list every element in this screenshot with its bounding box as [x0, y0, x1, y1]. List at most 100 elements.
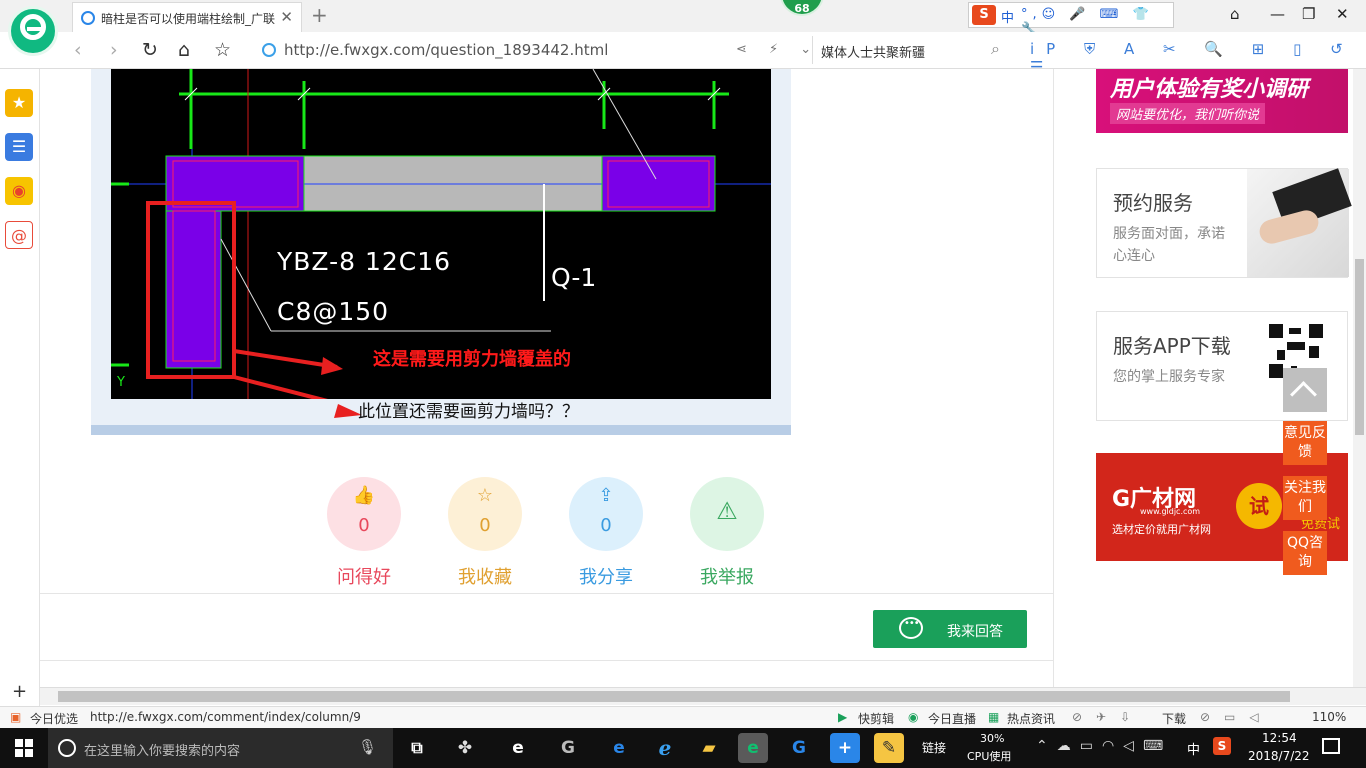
task-view-icon[interactable]: ⧉: [402, 733, 432, 763]
address-url[interactable]: http://e.fwxgx.com/question_1893442.html: [284, 41, 608, 59]
close-window-button[interactable]: ✕: [1336, 5, 1349, 23]
search-input[interactable]: 媒体人士共聚新疆: [821, 42, 925, 61]
share-circle[interactable]: ⇪ 0: [569, 477, 643, 551]
collect-label[interactable]: 我收藏: [447, 563, 523, 589]
app-card-desc: 您的掌上服务专家: [1113, 369, 1225, 385]
browser-status-bar: ▣ 今日优选 http://e.fwxgx.com/comment/index/…: [0, 706, 1366, 728]
favorites-icon[interactable]: ★: [5, 89, 33, 117]
forward-button[interactable]: ›: [110, 39, 118, 61]
address-bar[interactable]: http://e.fwxgx.com/question_1893442.html: [262, 38, 802, 64]
like-circle[interactable]: 👍 0: [327, 477, 401, 551]
tab-active[interactable]: 暗柱是否可以使用端柱绘制_广联 ✕: [72, 2, 302, 32]
news-icon: ▦: [988, 710, 1000, 724]
report-circle[interactable]: ⚠: [690, 477, 764, 551]
clock-time[interactable]: 12:54: [1262, 731, 1297, 745]
navigation-bar: ‹ › ↻ ⌂ ☆ http://e.fwxgx.com/question_18…: [0, 32, 1366, 76]
gldjc-try-badge: 试: [1236, 483, 1282, 529]
handshake-image: [1247, 168, 1352, 277]
weibo-icon[interactable]: ◉: [5, 177, 33, 205]
add-app-icon[interactable]: +: [830, 733, 860, 763]
sogou-tray-icon[interactable]: S: [1213, 737, 1231, 755]
gld-app-icon[interactable]: G: [553, 733, 583, 763]
report-label[interactable]: 我举报: [689, 563, 765, 589]
report-action[interactable]: ⚠ 我举报: [689, 477, 765, 589]
search-bar[interactable]: 媒体人士共聚新疆 ⌕: [812, 36, 1008, 64]
follow-us-button[interactable]: 关注我们: [1283, 476, 1327, 520]
taskbar-search[interactable]: 在这里输入你要搜索的内容 🎙: [48, 728, 393, 768]
sogou-ime-icon[interactable]: S: [972, 5, 996, 25]
cad-label-q1: Q-1: [551, 263, 597, 292]
browser-task-icon[interactable]: e: [738, 733, 768, 763]
collect-action[interactable]: ☆ 0 我收藏: [447, 477, 523, 589]
answer-button-label: 我来回答: [947, 624, 1003, 640]
tab-close-icon[interactable]: ✕: [280, 8, 293, 26]
horizontal-scroll-thumb[interactable]: [58, 691, 1290, 702]
back-to-top-button[interactable]: [1283, 368, 1327, 412]
answer-row: 我来回答: [40, 593, 1054, 661]
back-button[interactable]: ‹: [74, 39, 82, 61]
notification-badge[interactable]: 68: [780, 0, 824, 16]
cad-drawing-image[interactable]: YBZ-8 12C16 C8@150 Q-1 这是需要用剪力墙覆盖的 Y: [111, 69, 771, 409]
tray-icons[interactable]: ⌃☁▭◠◁⌨: [1036, 738, 1172, 754]
vertical-scrollbar[interactable]: [1353, 69, 1366, 687]
edge-icon[interactable]: e: [604, 733, 634, 763]
live-icon: ◉: [908, 710, 919, 724]
downloads-link[interactable]: 下载: [1162, 710, 1186, 727]
vertical-scroll-thumb[interactable]: [1355, 259, 1364, 435]
ime-lang-toggle[interactable]: 中: [1001, 7, 1014, 26]
status-extra-icons[interactable]: ⊘▭◁: [1200, 710, 1273, 724]
microphone-icon[interactable]: 🎙: [358, 738, 377, 756]
share-action[interactable]: ⇪ 0 我分享: [568, 477, 644, 589]
horizontal-scrollbar[interactable]: [40, 687, 1366, 705]
search-icon[interactable]: ⌕: [991, 39, 1000, 59]
refresh-button[interactable]: ↻: [142, 39, 158, 61]
answer-button[interactable]: 我来回答: [873, 610, 1027, 648]
sidebar-add-button[interactable]: +: [12, 681, 27, 702]
reading-list-icon[interactable]: ☰: [5, 133, 33, 161]
edge-legacy-icon[interactable]: e: [503, 733, 533, 763]
ime-toolbar[interactable]: S 中 °,☺ 🎤 ⌨ 👕 🔧: [968, 2, 1174, 37]
mail-icon[interactable]: @: [5, 221, 33, 249]
notes-app-icon[interactable]: ✎: [874, 733, 904, 763]
minimize-button[interactable]: —: [1270, 5, 1285, 23]
like-action[interactable]: 👍 0 问得好: [326, 477, 402, 589]
address-tools-icons[interactable]: ⋖ ⚡ ⌄: [736, 42, 820, 57]
feedback-button[interactable]: 意见反馈: [1283, 421, 1327, 465]
pin-window-button[interactable]: ⌂: [1230, 5, 1240, 23]
clock-date[interactable]: 2018/7/22: [1248, 749, 1310, 763]
browser-logo-icon[interactable]: [8, 6, 58, 56]
ie-icon[interactable]: ℯ: [650, 733, 680, 763]
glodon-icon[interactable]: G: [784, 733, 814, 763]
new-tab-button[interactable]: +: [311, 3, 328, 27]
service-card[interactable]: 预约服务 服务面对面，承诺心连心: [1096, 168, 1352, 278]
home-button[interactable]: ⌂: [178, 39, 190, 61]
gift-icon: ▣: [10, 710, 22, 724]
action-center-icon[interactable]: [1322, 738, 1340, 754]
chat-bubble-icon: [899, 617, 923, 639]
tray-link-label[interactable]: 链接: [922, 739, 946, 756]
app-card-title: 服务APP下载: [1113, 334, 1231, 358]
cad-label-c8: C8@150: [277, 297, 390, 326]
today-live-link[interactable]: 今日直播: [928, 710, 976, 727]
windows-start-icon[interactable]: [15, 739, 33, 757]
tray-ime-lang[interactable]: 中: [1187, 739, 1200, 758]
bookmark-star-button[interactable]: ☆: [214, 39, 231, 61]
zoom-level[interactable]: 110%: [1312, 710, 1346, 724]
like-label[interactable]: 问得好: [326, 563, 402, 589]
maximize-button[interactable]: ❐: [1302, 5, 1315, 23]
share-label[interactable]: 我分享: [568, 563, 644, 589]
today-picks-link[interactable]: 今日优选: [30, 710, 78, 727]
share-icon: ⇪: [598, 485, 614, 506]
star-icon: ☆: [476, 485, 494, 506]
fan-app-icon[interactable]: ✤: [450, 733, 480, 763]
tab-strip: 暗柱是否可以使用端柱绘制_广联 ✕ + 68 S 中 °,☺ 🎤 ⌨ 👕 🔧 ⌂…: [0, 0, 1366, 37]
hot-news-link[interactable]: 热点资讯: [1007, 710, 1055, 727]
windows-taskbar: 在这里输入你要搜索的内容 🎙 ⧉ ✤ e G e ℯ ▰ e G + ✎ 链接 …: [0, 728, 1366, 768]
quick-edit-link[interactable]: 快剪辑: [858, 710, 894, 727]
collect-circle[interactable]: ☆ 0: [448, 477, 522, 551]
status-tool-icons[interactable]: ⊘✈⇩: [1072, 710, 1144, 724]
file-explorer-icon[interactable]: ▰: [694, 733, 724, 763]
survey-banner[interactable]: 用户体验有奖小调研 网站要优化，我们听你说: [1096, 69, 1348, 133]
qq-consult-button[interactable]: QQ咨询: [1283, 531, 1327, 575]
taskbar-search-input[interactable]: 在这里输入你要搜索的内容: [84, 740, 240, 759]
